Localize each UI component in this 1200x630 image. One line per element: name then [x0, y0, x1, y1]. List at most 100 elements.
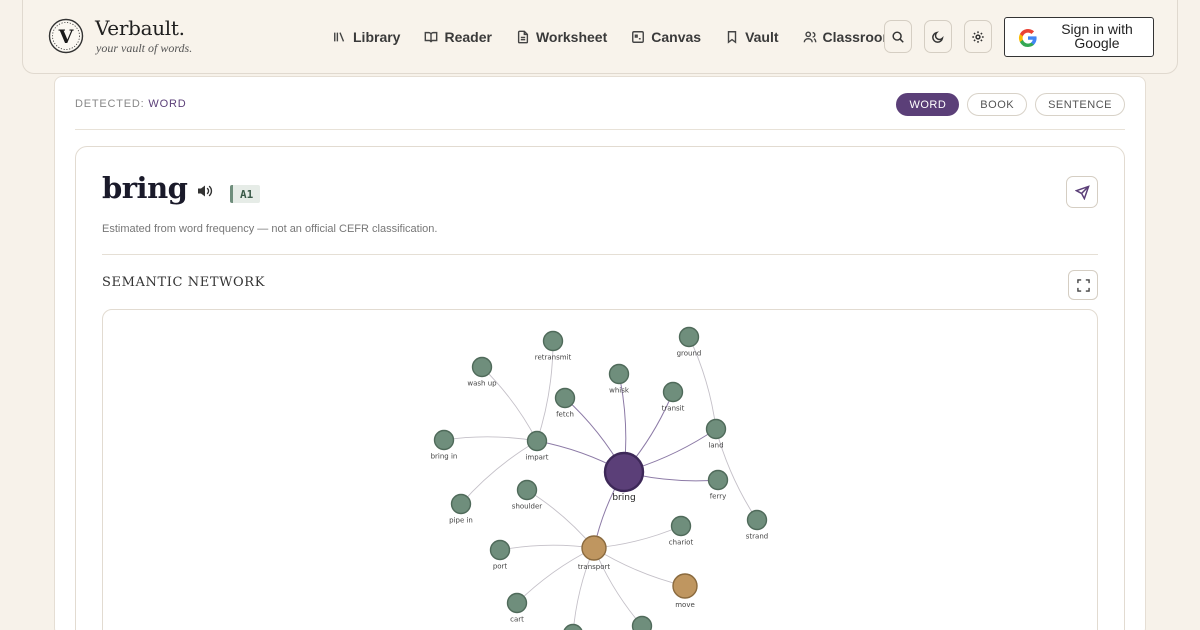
network-node-shoulder[interactable]: shoulder [512, 479, 542, 511]
main-nav: Library Reader Worksheet Canvas Vault Cl… [333, 27, 919, 47]
node-circle [581, 535, 607, 561]
search-button[interactable] [884, 20, 912, 53]
library-icon [334, 32, 345, 42]
network-nodes: bring impart transport fetch whisk transit lan… [431, 326, 768, 630]
speaker-icon[interactable] [196, 183, 214, 199]
node-label: cart [510, 616, 524, 624]
file-text-icon [517, 30, 529, 44]
network-node-wash-up[interactable]: wash up [467, 356, 497, 388]
node-circle [678, 326, 700, 348]
brand-name[interactable]: Verbault. [95, 16, 185, 40]
nav-vault[interactable]: Vault [725, 27, 779, 47]
send-icon [1074, 184, 1090, 200]
network-node-pipe-in[interactable]: pipe in [449, 493, 473, 525]
node-circle [672, 573, 698, 599]
node-label: retransmit [535, 354, 572, 362]
network-node-ferry[interactable]: ferry [707, 469, 729, 501]
moon-icon [932, 30, 944, 43]
node-circle [603, 451, 645, 493]
network-node-ground[interactable]: ground [677, 326, 702, 358]
frequency-note: Estimated from word frequency — not an o… [102, 223, 438, 235]
node-circle [554, 387, 576, 409]
network-node-port[interactable]: port [489, 539, 511, 571]
gear-icon [972, 30, 984, 43]
node-circle [705, 418, 727, 440]
node-label: ferry [710, 493, 727, 501]
nav-label: Canvas [651, 29, 702, 45]
logo-letter: V [58, 26, 75, 48]
book-open-icon [425, 31, 438, 43]
send-button[interactable] [1066, 176, 1098, 208]
network-node-extra1[interactable] [563, 623, 583, 630]
node-label: port [493, 563, 508, 571]
settings-button[interactable] [964, 20, 992, 53]
headword: bring [102, 171, 188, 205]
network-node-extra2[interactable] [631, 615, 653, 630]
search-icon [892, 30, 904, 43]
bookmark-icon [727, 31, 737, 44]
google-icon [1018, 28, 1037, 48]
mode-book[interactable]: BOOK [967, 93, 1028, 116]
nav-library[interactable]: Library [333, 27, 400, 47]
node-circle [450, 493, 472, 515]
node-label: pipe in [449, 517, 473, 525]
mode-switcher: WORD BOOK SENTENCE [896, 93, 1125, 116]
network-node-retransmit[interactable]: retransmit [535, 330, 572, 362]
node-circle [746, 509, 768, 531]
network-edge [481, 366, 538, 442]
theme-toggle-button[interactable] [924, 20, 952, 53]
word-card: bring A1 Estimated from word frequency —… [75, 146, 1125, 630]
node-circle [608, 363, 630, 385]
mode-word[interactable]: WORD [896, 93, 960, 116]
node-circle [471, 356, 493, 378]
node-label: transit [662, 405, 685, 413]
network-node-impart[interactable]: impart [525, 430, 549, 462]
nav-reader[interactable]: Reader [424, 27, 492, 47]
node-label: move [675, 601, 695, 609]
node-label: whisk [609, 387, 630, 395]
node-circle [516, 479, 538, 501]
google-signin-button[interactable]: Sign in with Google [1004, 17, 1154, 57]
node-label: bring [612, 493, 635, 503]
network-node-strand[interactable]: strand [746, 509, 768, 541]
network-node-whisk[interactable]: whisk [608, 363, 630, 395]
network-edge [499, 544, 595, 551]
network-node-transport[interactable]: transport [578, 535, 611, 571]
fullscreen-button[interactable] [1068, 270, 1098, 300]
network-node-land[interactable]: land [705, 418, 727, 450]
node-circle [563, 623, 583, 630]
detected-type: DETECTED: WORD [75, 98, 186, 110]
node-label: shoulder [512, 503, 542, 511]
nav-worksheet[interactable]: Worksheet [516, 27, 607, 47]
network-node-bring[interactable]: bring [603, 451, 645, 503]
nav-label: Reader [444, 29, 492, 45]
cefr-level-badge: A1 [230, 185, 261, 203]
node-label: chariot [669, 539, 694, 547]
top-navigation-bar: V Verbault. your vault of words. Library… [22, 0, 1178, 74]
logo-icon[interactable]: V [48, 18, 84, 54]
divider [75, 129, 1125, 130]
canvas-icon [632, 31, 645, 43]
network-node-transit[interactable]: transit [662, 381, 685, 413]
network-node-chariot[interactable]: chariot [669, 515, 694, 547]
node-label: fetch [556, 411, 574, 419]
network-node-fetch[interactable]: fetch [554, 387, 576, 419]
node-circle [489, 539, 511, 561]
node-label: bring in [431, 453, 458, 461]
network-node-cart[interactable]: cart [506, 592, 528, 624]
semantic-network-graph[interactable]: bring impart transport fetch whisk transit lan… [102, 309, 1098, 630]
network-node-move[interactable]: move [672, 573, 698, 609]
network-canvas[interactable]: bring impart transport fetch whisk transit lan… [103, 310, 1098, 630]
nav-label: Library [353, 29, 401, 45]
network-edge [443, 436, 538, 442]
node-circle [506, 592, 528, 614]
nav-canvas[interactable]: Canvas [631, 27, 701, 47]
network-node-bring-in[interactable]: bring in [431, 429, 458, 461]
nav-classroom[interactable]: Classroom [803, 27, 895, 47]
semantic-network-title: SEMANTIC NETWORK [102, 275, 266, 290]
node-circle [662, 381, 684, 403]
mode-sentence[interactable]: SENTENCE [1035, 93, 1125, 116]
lookup-panel: DETECTED: WORD WORD BOOK SENTENCE bring … [54, 76, 1146, 630]
expand-icon [1076, 278, 1090, 292]
nav-label: Worksheet [535, 29, 608, 45]
